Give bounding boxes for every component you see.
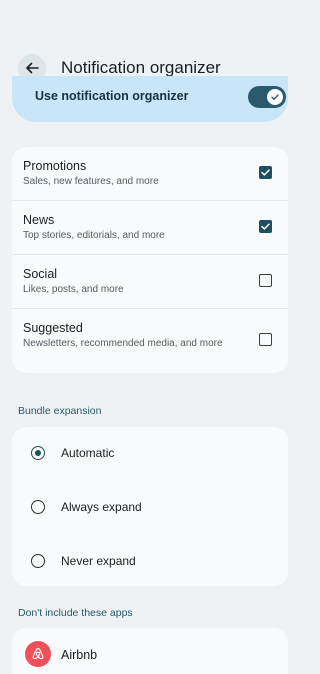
category-subtitle: Sales, new features, and more	[23, 176, 159, 187]
arrow-back-icon	[26, 62, 39, 74]
master-toggle-switch[interactable]	[248, 86, 286, 108]
categories-card: Promotions Sales, new features, and more…	[12, 147, 288, 373]
social-checkbox[interactable]	[259, 274, 272, 287]
radio-dot	[34, 449, 41, 456]
category-subtitle: Newsletters, recommended media, and more	[23, 338, 223, 349]
radio-selected[interactable]	[31, 446, 45, 460]
category-row-news[interactable]: News Top stories, editorials, and more	[12, 201, 288, 255]
category-row-promotions[interactable]: Promotions Sales, new features, and more	[12, 147, 288, 201]
suggested-checkbox[interactable]	[259, 333, 272, 346]
bundle-section-label: Bundle expansion	[18, 405, 102, 417]
category-title: Social	[23, 267, 58, 281]
app-name: Airbnb	[61, 648, 98, 662]
radio-unselected[interactable]	[31, 554, 45, 568]
category-row-social[interactable]: Social Likes, posts, and more	[12, 255, 288, 309]
check-icon	[271, 94, 279, 100]
bundle-option-automatic[interactable]: Automatic	[12, 427, 288, 481]
switch-thumb	[267, 89, 283, 105]
check-icon	[261, 169, 270, 176]
bundle-option-always-expand[interactable]: Always expand	[12, 481, 288, 535]
bundle-option-never-expand[interactable]: Never expand	[12, 535, 288, 589]
airbnb-icon	[25, 641, 51, 667]
radio-label: Automatic	[61, 446, 115, 460]
excluded-apps-section-label: Don't include these apps	[18, 607, 133, 619]
page-title: Notification organizer	[61, 58, 221, 77]
radio-label: Never expand	[61, 554, 136, 568]
radio-label: Always expand	[61, 500, 142, 514]
check-icon	[261, 223, 270, 230]
app-row-airbnb[interactable]: Airbnb	[12, 628, 288, 674]
category-subtitle: Top stories, editorials, and more	[23, 230, 165, 241]
category-row-suggested[interactable]: Suggested Newsletters, recommended media…	[12, 309, 288, 373]
excluded-apps-card: Airbnb	[12, 628, 288, 674]
category-title: Suggested	[23, 321, 83, 335]
radio-unselected[interactable]	[31, 500, 45, 514]
category-title: News	[23, 213, 55, 227]
master-toggle-label: Use notification organizer	[35, 89, 189, 103]
promotions-checkbox[interactable]	[259, 166, 272, 179]
category-title: Promotions	[23, 159, 87, 173]
category-subtitle: Likes, posts, and more	[23, 284, 124, 295]
master-toggle-row[interactable]: Use notification organizer	[12, 76, 288, 122]
bundle-card: Automatic Always expand Never expand	[12, 427, 288, 586]
news-checkbox[interactable]	[259, 220, 272, 233]
